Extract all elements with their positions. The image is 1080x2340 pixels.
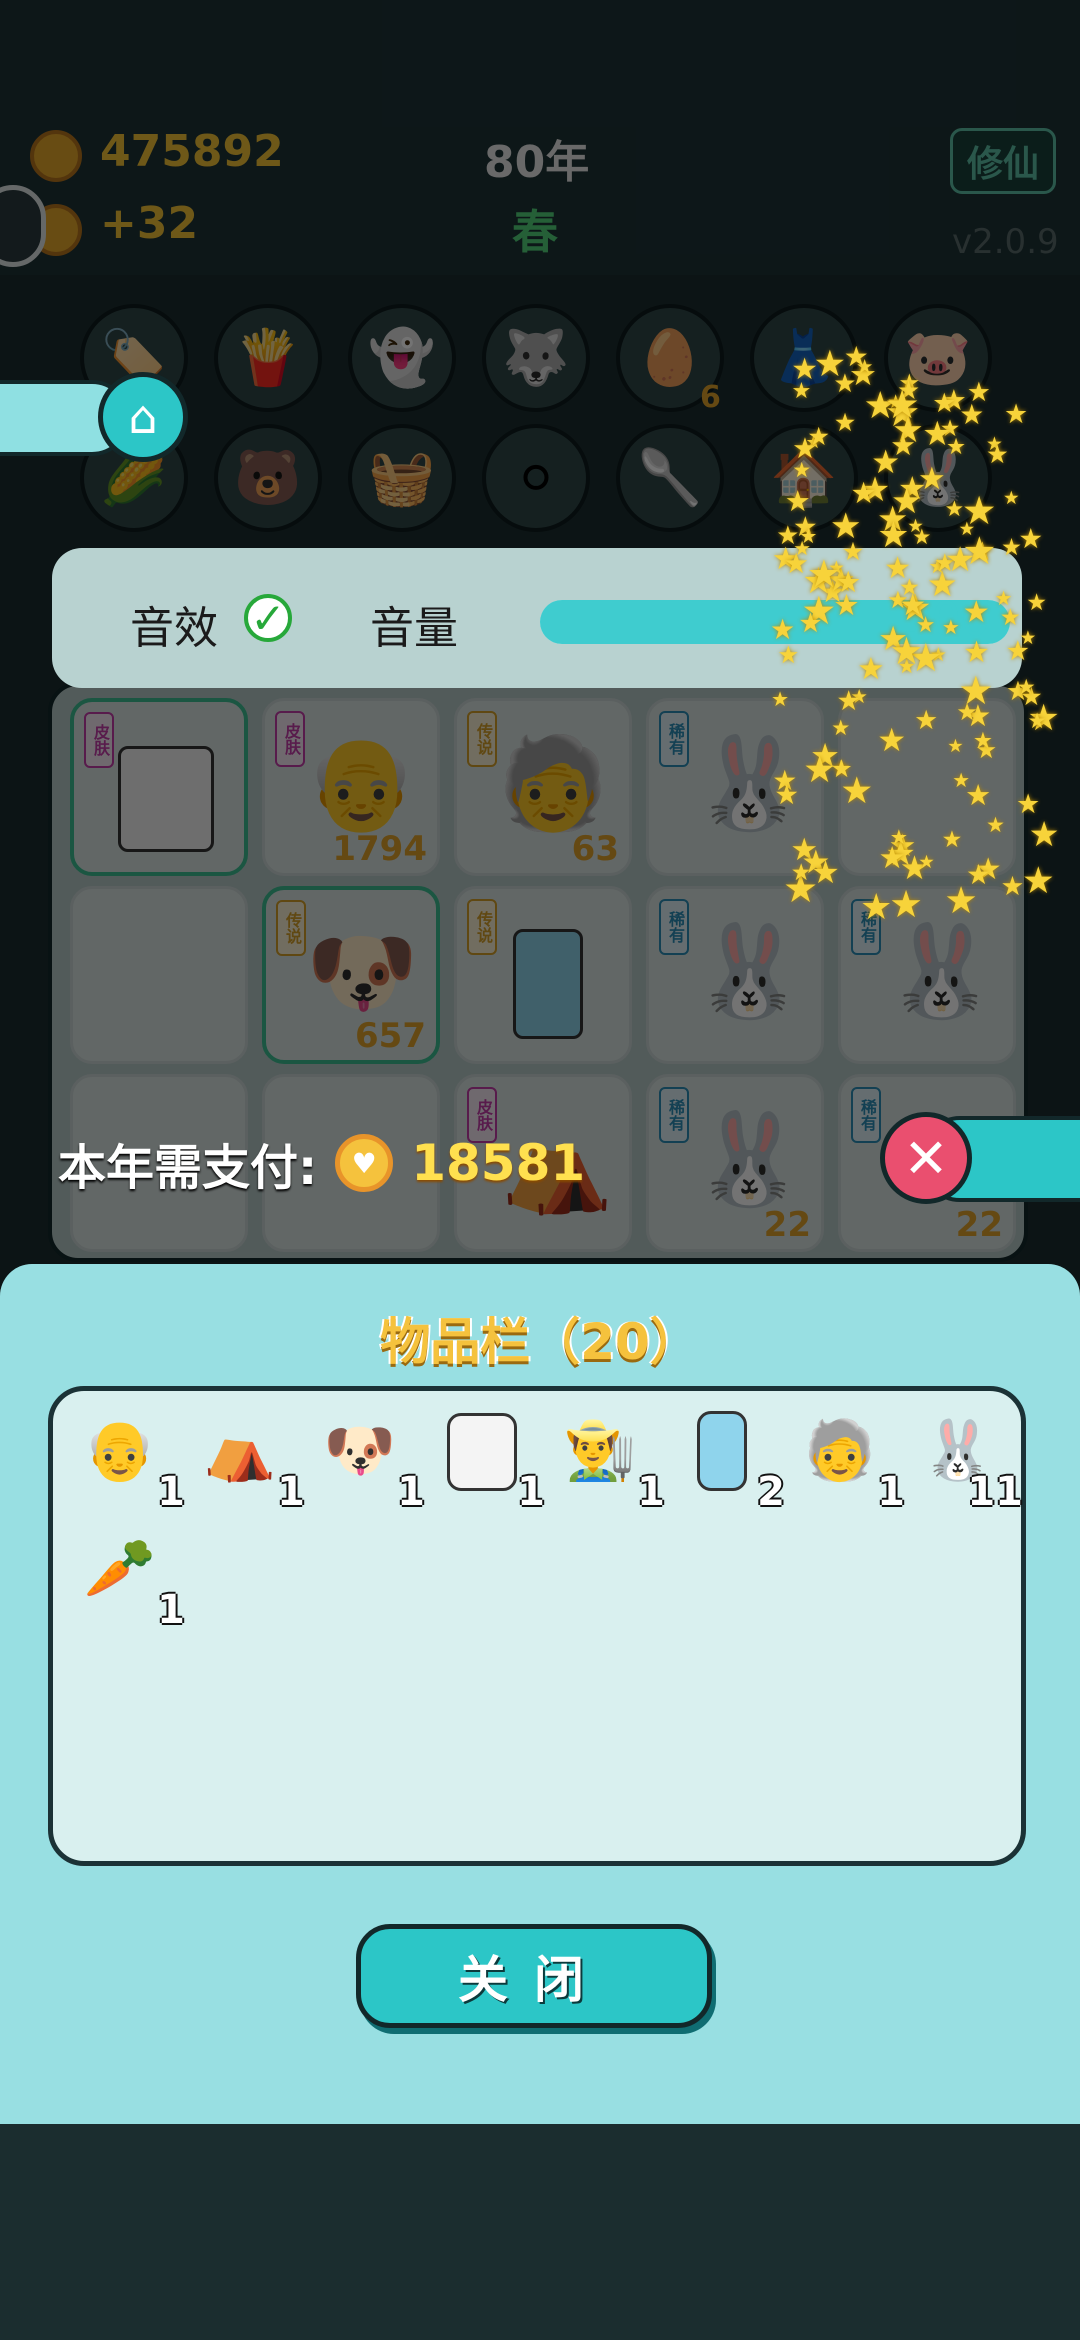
- sparkle-star-icon: ★: [770, 686, 790, 711]
- sparkle-star-icon: ★: [890, 480, 923, 522]
- sparkle-star-icon: ★: [774, 780, 799, 812]
- sparkle-star-icon: ★: [918, 851, 935, 873]
- inventory-grid: 👴 1 ⛺ 1 🐶 1 1 👨‍🌾 1 2 🧓 1 🐰 11 🥕 1: [48, 1386, 1026, 1866]
- farmer-face-icon: 👨‍🌾: [563, 1415, 637, 1484]
- sparkle-star-icon: ★: [1004, 398, 1029, 430]
- bald-glasses-man-icon: 🧓: [803, 1415, 877, 1484]
- sparkle-star-icon: ★: [952, 768, 970, 792]
- carrot-icon: 🥕: [83, 1533, 157, 1602]
- inventory-slot[interactable]: 🧓 1: [799, 1409, 907, 1516]
- sparkle-star-icon: ★: [833, 408, 857, 438]
- sparkle-star-icon: ★: [841, 537, 865, 567]
- refrigerator-icon: [697, 1411, 747, 1491]
- inventory-slot[interactable]: 1: [439, 1409, 547, 1515]
- sparkle-star-icon: ★: [1016, 673, 1036, 699]
- item-count: 1: [277, 1469, 305, 1515]
- sparkle-star-icon: ★: [985, 439, 1009, 470]
- sparkle-star-icon: ★: [798, 607, 823, 639]
- sparkle-star-icon: ★: [1019, 628, 1037, 650]
- sparkle-star-icon: ★: [811, 855, 840, 892]
- sparkle-star-icon: ★: [843, 340, 869, 373]
- item-count: 11: [967, 1469, 1023, 1515]
- sparkle-star-icon: ★: [922, 413, 953, 453]
- copy-paste-icon: [447, 1413, 517, 1491]
- sparkle-star-icon: ★: [784, 483, 811, 518]
- sparkle-star-icon: ★: [944, 540, 976, 581]
- sparkle-star-icon: ★: [799, 523, 818, 548]
- inventory-title: 物品栏（20）: [380, 1313, 700, 1371]
- sparkle-star-icon: ★: [889, 881, 923, 926]
- sparkle-star-icon: ★: [1003, 488, 1020, 510]
- item-count: 1: [877, 1469, 905, 1515]
- sparkle-star-icon: ★: [1027, 708, 1047, 734]
- sparkle-star-icon: ★: [884, 382, 920, 429]
- sparkle-star-icon: ★: [958, 519, 976, 541]
- crowned-dog-icon: 🐶: [323, 1415, 397, 1484]
- sparkle-star-icon: ★: [963, 635, 990, 670]
- inventory-slot[interactable]: 🐶 1: [319, 1409, 427, 1516]
- sparkle-star-icon: ★: [836, 684, 862, 717]
- inventory-slot[interactable]: ⛺ 1: [199, 1409, 307, 1516]
- sparkle-star-icon: ★: [770, 612, 796, 646]
- sparkle-star-icon: ★: [1000, 870, 1025, 902]
- sparkle-star-icon: ★: [889, 629, 924, 674]
- sparkle-star-icon: ★: [1026, 589, 1047, 616]
- close-button[interactable]: 关闭: [356, 1924, 712, 2028]
- sparkle-star-icon: ★: [962, 595, 990, 631]
- sparkle-star-icon: ★: [792, 457, 812, 482]
- sparkle-star-icon: ★: [806, 551, 842, 597]
- inventory-slot[interactable]: 👴 1: [79, 1409, 187, 1516]
- sparkle-star-icon: ★: [941, 826, 963, 853]
- item-count: 1: [517, 1469, 545, 1515]
- sparkle-star-icon: ★: [860, 887, 893, 929]
- item-count: 1: [157, 1469, 185, 1515]
- item-count: 1: [397, 1469, 425, 1515]
- old-man-with-cap-icon: 👴: [83, 1415, 157, 1484]
- sparkle-star-icon: ★: [803, 747, 836, 791]
- inventory-slot[interactable]: 🥕 1: [79, 1527, 187, 1634]
- sparkle-star-icon: ★: [1021, 859, 1055, 903]
- inventory-slot[interactable]: 👨‍🌾 1: [559, 1409, 667, 1516]
- sparkle-star-icon: ★: [791, 378, 812, 405]
- inventory-slot[interactable]: 2: [679, 1409, 787, 1515]
- sparkle-star-icon: ★: [947, 736, 964, 758]
- sparkle-star-icon: ★: [1018, 521, 1044, 555]
- sparkle-star-icon: ★: [889, 824, 908, 849]
- sparkle-star-icon: ★: [813, 341, 847, 385]
- sparkle-star-icon: ★: [994, 587, 1013, 611]
- sparkle-star-icon: ★: [857, 651, 885, 687]
- inventory-slot[interactable]: 🐰 11: [917, 1409, 1025, 1516]
- sparkle-star-icon: ★: [914, 705, 939, 737]
- sparkle-star-icon: ★: [1000, 532, 1022, 561]
- sparkle-star-icon: ★: [985, 812, 1005, 838]
- item-count: 1: [637, 1469, 665, 1515]
- sparkle-star-icon: ★: [958, 669, 994, 715]
- sparkle-star-icon: ★: [972, 728, 993, 755]
- sparkle-star-icon: ★: [966, 377, 991, 409]
- sparkle-star-icon: ★: [1028, 815, 1060, 856]
- sparkle-effect: ★ ★ ★ ★ ★ ★ ★ ★ ★ ★ ★ ★ ★ ★ ★ ★ ★ ★ ★ ★ ★ ★ ★ ★ ★ ★ ★ ★ ★ ★ ★ ★ ★ ★ ★ ★ ★ ★ ★ ★…: [0, 0, 1080, 1264]
- sparkle-star-icon: ★: [807, 422, 831, 452]
- sparkle-star-icon: ★: [944, 878, 978, 923]
- rabbit-tent-icon: ⛺: [203, 1415, 277, 1484]
- sparkle-star-icon: ★: [941, 615, 960, 640]
- sparkle-star-icon: ★: [899, 588, 927, 624]
- sparkle-star-icon: ★: [877, 721, 907, 760]
- item-count: 2: [757, 1469, 785, 1515]
- bottom-bar: [0, 2124, 1080, 2340]
- inventory-panel: 物品栏（20） 👴 1 ⛺ 1 🐶 1 1 👨‍🌾 1 2 🧓 1 🐰 11 🥕 1 关闭: [0, 1264, 1080, 2124]
- item-count: 1: [157, 1587, 185, 1633]
- sparkle-star-icon: ★: [890, 427, 916, 462]
- sparkle-star-icon: ★: [850, 475, 877, 510]
